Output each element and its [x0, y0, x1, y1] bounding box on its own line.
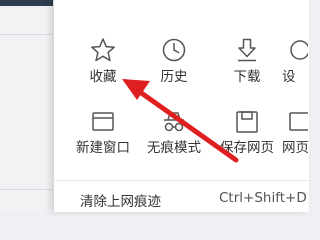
star-icon: [91, 38, 115, 62]
incognito-label: 无痕模式: [147, 140, 201, 156]
menu-divider: [53, 180, 308, 181]
background-divider: [0, 189, 53, 190]
incognito-icon: [164, 112, 184, 132]
save-page-button[interactable]: 保存网页: [211, 110, 283, 156]
new-window-label: 新建窗口: [76, 140, 130, 156]
favorites-button[interactable]: 收藏: [67, 37, 139, 85]
clock-icon: [162, 38, 186, 62]
webpage-icon: [289, 112, 308, 131]
settings-button[interactable]: 设: [282, 37, 320, 85]
incognito-button[interactable]: 无痕模式: [138, 110, 210, 156]
save-page-icon: [236, 111, 258, 133]
favorites-label: 收藏: [89, 69, 117, 85]
webpage-label: 网页: [282, 140, 309, 156]
new-window-button[interactable]: 新建窗口: [67, 110, 139, 156]
download-icon: [238, 38, 256, 62]
history-label: 历史: [160, 69, 188, 85]
history-button[interactable]: 历史: [138, 37, 210, 85]
settings-label: 设: [282, 69, 296, 85]
clear-history-menu-item[interactable]: 清除上网痕迹 Ctrl+Shift+D: [53, 186, 308, 212]
save-page-label: 保存网页: [220, 140, 274, 156]
background-divider: [0, 34, 53, 35]
settings-icon: [290, 40, 308, 60]
clear-history-label: 清除上网痕迹: [80, 194, 161, 210]
clear-history-shortcut: Ctrl+Shift+D: [219, 190, 307, 206]
new-window-icon: [92, 112, 114, 131]
background-page: [0, 0, 53, 212]
top-bar: [0, 0, 53, 6]
webpage-button[interactable]: 网页: [282, 110, 320, 156]
download-button[interactable]: 下载: [211, 37, 283, 85]
download-label: 下载: [233, 69, 261, 85]
